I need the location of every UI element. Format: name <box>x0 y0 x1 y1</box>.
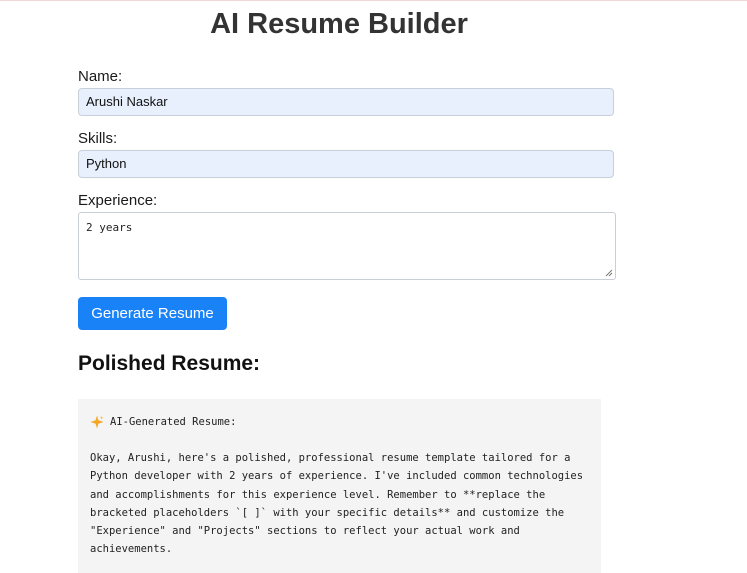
skills-input[interactable]: Python <box>78 150 614 178</box>
output-header-text: AI-Generated Resume: <box>110 416 237 428</box>
page-title: AI Resume Builder <box>210 8 468 40</box>
output-line: Python developer with 2 years of experie… <box>90 470 584 483</box>
output-header: AI-Generated Resume: <box>90 413 589 431</box>
top-divider <box>0 0 747 1</box>
experience-value: 2 years <box>86 221 133 234</box>
output-line: "Experience" and "Projects" sections to … <box>90 525 520 538</box>
output-line: achievements. <box>90 543 173 556</box>
skills-label: Skills: <box>78 130 118 147</box>
sparkle-icon <box>90 415 104 429</box>
generate-resume-button[interactable]: Generate Resume <box>78 297 227 330</box>
experience-textarea[interactable]: 2 years <box>78 212 616 280</box>
output-line: Okay, Arushi, here's a polished, profess… <box>90 452 571 465</box>
experience-label: Experience: <box>78 192 158 209</box>
polished-resume-heading: Polished Resume: <box>78 352 261 375</box>
name-label: Name: <box>78 68 123 85</box>
output-line: bracketed placeholders `[ ]` with your s… <box>90 506 565 519</box>
output-line: and accomplishments for this experience … <box>90 488 546 501</box>
name-input[interactable]: Arushi Naskar <box>78 88 614 116</box>
resume-output-box: AI-Generated Resume: Okay, Arushi, here'… <box>78 399 601 573</box>
resize-handle-icon[interactable] <box>605 269 613 277</box>
